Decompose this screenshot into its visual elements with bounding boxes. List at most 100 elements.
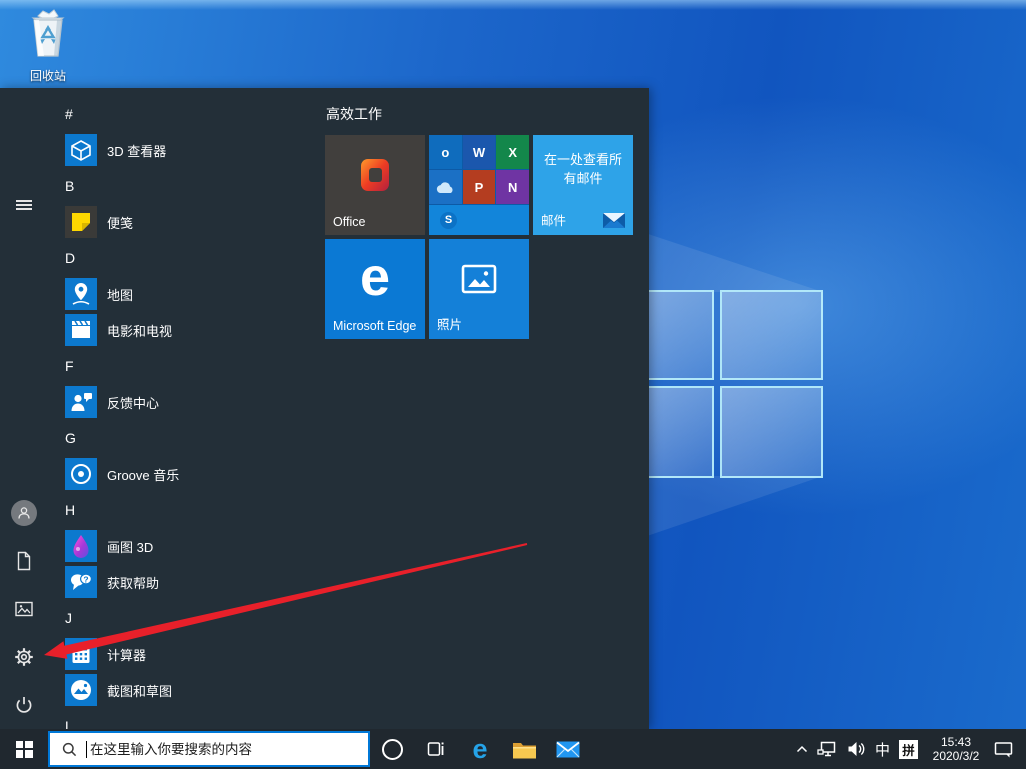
- windows-logo-pane: [720, 386, 823, 478]
- skype-icon: S: [440, 211, 457, 229]
- excel-mini-tile: X: [496, 135, 529, 169]
- app-list-letter[interactable]: H: [48, 492, 325, 528]
- cloud-icon: [437, 181, 453, 193]
- tile-label: 照片: [437, 318, 463, 332]
- task-view-icon: [427, 742, 444, 756]
- taskbar: e 中 拼 15:43 2020/3: [0, 729, 1026, 769]
- app-list-letter[interactable]: F: [48, 348, 325, 384]
- onenote-mini-tile: N: [496, 170, 529, 204]
- app-item-3d-viewer[interactable]: 3D 查看器: [48, 132, 325, 168]
- search-input[interactable]: [88, 740, 362, 758]
- windows-logo-pane: [640, 290, 714, 380]
- text-caret: [86, 740, 87, 758]
- volume-tray-button[interactable]: [847, 741, 866, 757]
- hamburger-icon: [16, 198, 32, 212]
- app-item-calculator[interactable]: 计算器: [48, 636, 325, 672]
- tile-microsoft-edge[interactable]: e Microsoft Edge: [325, 239, 425, 339]
- calculator-icon: [65, 638, 97, 670]
- pictures-button[interactable]: [0, 585, 48, 633]
- movies-tv-icon: [65, 314, 97, 346]
- cortana-button[interactable]: [370, 729, 414, 769]
- taskbar-clock[interactable]: 15:43 2020/3/2: [927, 735, 985, 763]
- settings-button[interactable]: [0, 633, 48, 681]
- start-button[interactable]: [0, 729, 48, 769]
- app-item-paint-3d[interactable]: 画图 3D: [48, 528, 325, 564]
- system-tray: 中 拼 15:43 2020/3/2: [796, 729, 1026, 769]
- word-mini-tile: W: [462, 135, 496, 169]
- 3d-viewer-icon: [65, 134, 97, 166]
- user-account-button[interactable]: [0, 489, 48, 537]
- mail-icon: [556, 741, 580, 757]
- cortana-icon: [381, 738, 403, 760]
- app-list-letter[interactable]: #: [48, 96, 325, 132]
- tile-mail[interactable]: 在一处查看所有邮件 邮件: [533, 135, 633, 235]
- app-list-letter[interactable]: G: [48, 420, 325, 456]
- ime-language-indicator[interactable]: 中: [875, 739, 890, 760]
- windows-logo-pane: [640, 386, 714, 478]
- power-button[interactable]: [0, 681, 48, 729]
- tile-office[interactable]: Office: [325, 135, 425, 235]
- recycle-bin-shortcut[interactable]: 回收站: [14, 8, 82, 84]
- app-list-letter[interactable]: D: [48, 240, 325, 276]
- network-tray-button[interactable]: [817, 741, 838, 758]
- windows-logo-pane: [720, 290, 823, 380]
- network-icon: [817, 741, 836, 756]
- app-item-snip-sketch[interactable]: 截图和草图: [48, 672, 325, 708]
- start-menu-app-list: # 3D 查看器 B 便笺 D 地图 电影和电视 F 反馈中心 G Groove…: [48, 88, 325, 729]
- app-item-get-help[interactable]: ? 获取帮助: [48, 564, 325, 600]
- tile-label: Microsoft Edge: [333, 319, 417, 333]
- app-list-letter[interactable]: J: [48, 600, 325, 636]
- expand-menu-button[interactable]: [0, 181, 48, 229]
- mail-tile-text: 在一处查看所有邮件: [543, 152, 622, 186]
- edge-logo-icon: e: [359, 247, 391, 307]
- envelope-icon: [603, 213, 625, 228]
- file-explorer-button[interactable]: [502, 729, 546, 769]
- app-item-groove-music[interactable]: Groove 音乐: [48, 456, 325, 492]
- pinyin-badge: 拼: [899, 739, 918, 759]
- action-center-button[interactable]: [994, 741, 1013, 758]
- app-list-letter[interactable]: L: [48, 708, 325, 729]
- get-help-icon: ?: [65, 566, 97, 598]
- search-icon: [62, 742, 77, 756]
- paint-3d-icon: [65, 530, 97, 562]
- start-menu: # 3D 查看器 B 便笺 D 地图 电影和电视 F 反馈中心 G Groove…: [0, 88, 649, 729]
- app-item-feedback-hub[interactable]: 反馈中心: [48, 384, 325, 420]
- app-list-letter[interactable]: B: [48, 168, 325, 204]
- document-icon: [17, 551, 31, 571]
- app-item-movies-tv[interactable]: 电影和电视: [48, 312, 325, 348]
- app-item-sticky-notes[interactable]: 便笺: [48, 204, 325, 240]
- tray-overflow-chevron[interactable]: [796, 745, 808, 753]
- taskbar-search-box[interactable]: [48, 731, 370, 767]
- screen: 回收站 # 3D 查看器 B 便笺 D 地图 电影和电视 F 反馈中心 G Gr…: [0, 0, 1026, 769]
- app-item-maps[interactable]: 地图: [48, 276, 325, 312]
- start-menu-tiles: 高效工作 Office o W X P N S 在一处查看所有邮件 邮件 e M…: [325, 88, 649, 729]
- tile-label: 邮件: [541, 214, 567, 228]
- svg-text:?: ?: [83, 574, 88, 584]
- wallpaper-windows-logo: [640, 290, 823, 478]
- maps-icon: [65, 278, 97, 310]
- powerpoint-mini-tile: P: [462, 170, 496, 204]
- recycle-bin-icon: [31, 9, 65, 57]
- clock-date: 2020/3/2: [932, 749, 980, 763]
- ime-mode-indicator[interactable]: 拼: [899, 739, 918, 759]
- user-avatar-icon: [11, 500, 37, 526]
- onedrive-mini-tile: [429, 170, 462, 204]
- power-icon: [16, 697, 32, 713]
- edge-icon: e: [472, 733, 488, 764]
- tile-photos[interactable]: 照片: [429, 239, 529, 339]
- tile-label: Office: [333, 215, 366, 229]
- sticky-notes-icon: [65, 206, 97, 238]
- tile-group-header[interactable]: 高效工作: [326, 104, 649, 124]
- mail-taskbar-button[interactable]: [546, 729, 590, 769]
- windows-logo-icon: [15, 740, 33, 758]
- speaker-icon: [848, 742, 865, 756]
- edge-taskbar-button[interactable]: e: [458, 729, 502, 769]
- skype-mini-tile: S: [429, 205, 529, 235]
- feedback-hub-icon: [65, 386, 97, 418]
- task-view-button[interactable]: [414, 729, 458, 769]
- tile-office-suite[interactable]: o W X P N S: [429, 135, 529, 235]
- documents-button[interactable]: [0, 537, 48, 585]
- start-menu-rail: [0, 88, 48, 729]
- office-logo-icon: [361, 159, 389, 191]
- clock-time: 15:43: [940, 735, 972, 749]
